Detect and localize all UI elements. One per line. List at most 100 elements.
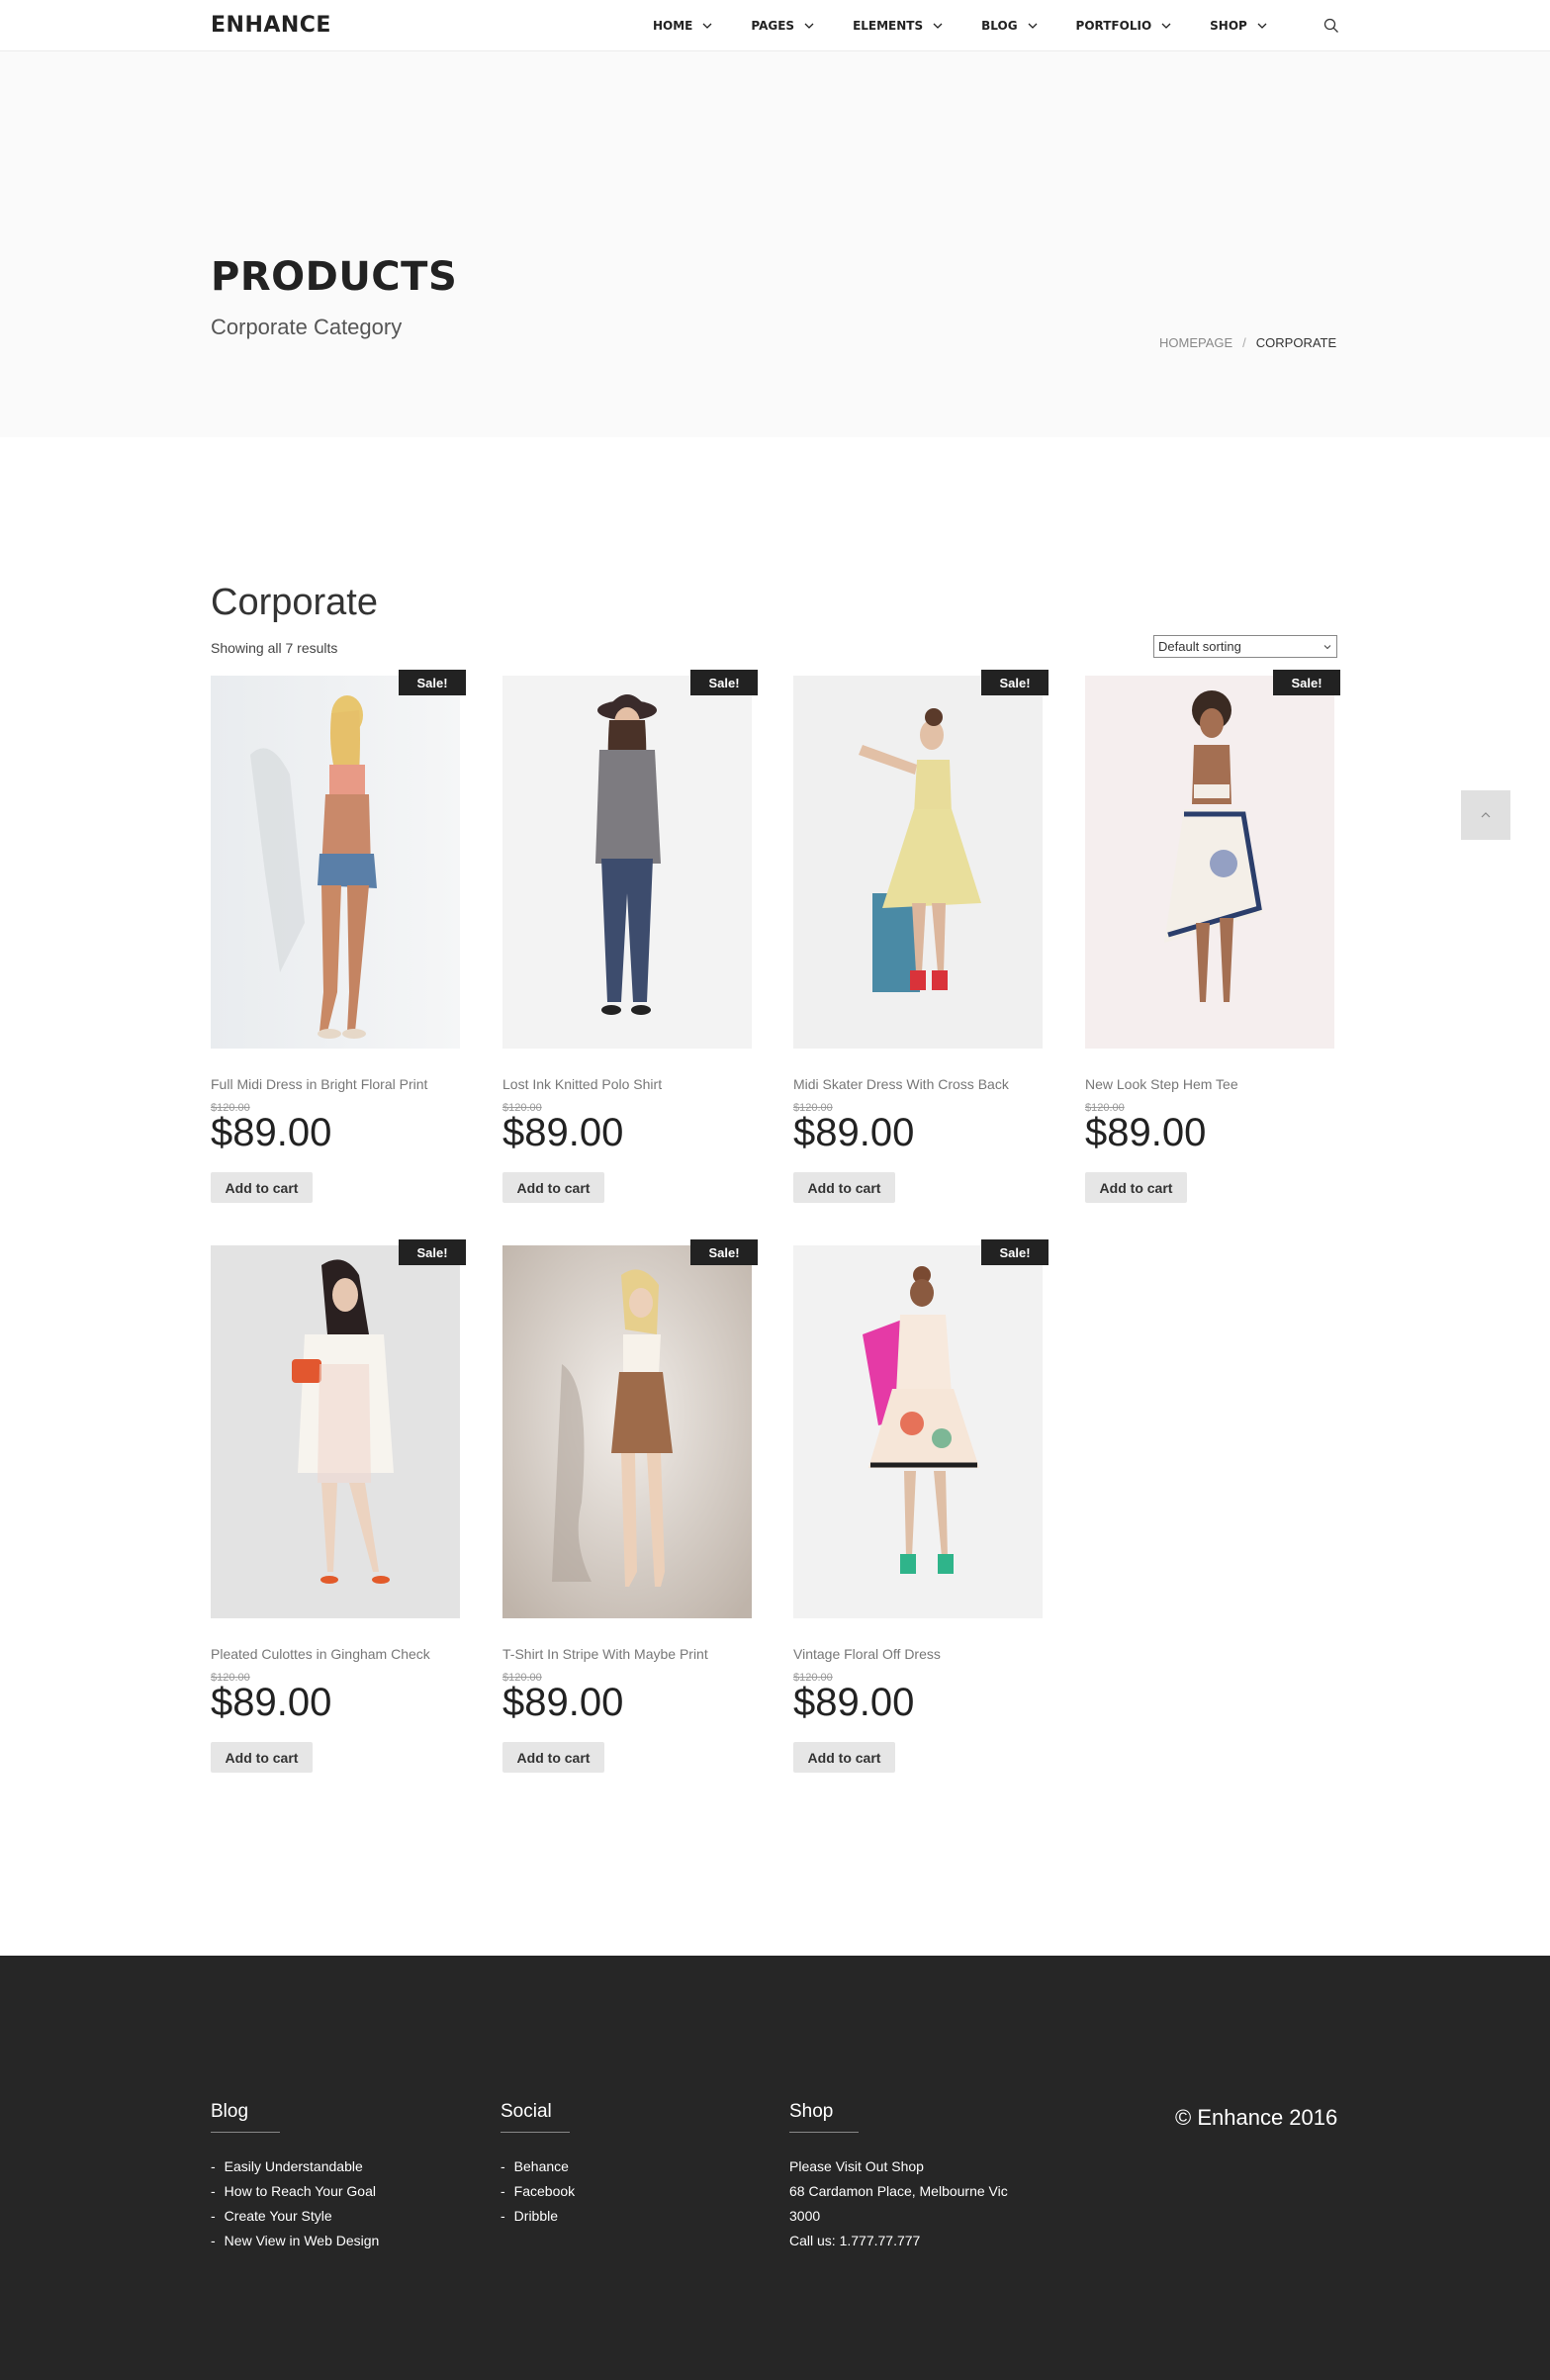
product-name[interactable]: Vintage Floral Off Dress [793, 1646, 941, 1662]
main-nav: HOME PAGES ELEMENTS BLOG PORTFOLIO SHOP [653, 0, 1306, 51]
chevron-down-icon [804, 23, 814, 29]
add-to-cart-button[interactable]: Add to cart [502, 1172, 604, 1203]
product-price: $89.00 [502, 1111, 624, 1154]
nav-blog[interactable]: BLOG [981, 19, 1039, 33]
dash: - [501, 2208, 505, 2224]
footer-blog-link[interactable]: - Easily Understandable [211, 2154, 379, 2179]
chevron-down-icon [1028, 23, 1038, 29]
sale-badge: Sale! [981, 1239, 1049, 1265]
product-image[interactable] [502, 1245, 752, 1618]
sale-badge: Sale! [690, 1239, 758, 1265]
chevron-up-icon [1481, 812, 1491, 818]
product-image[interactable] [211, 1245, 460, 1618]
nav-label: BLOG [981, 19, 1018, 33]
footer-shop-line: Call us: 1.777.77.777 [789, 2233, 921, 2248]
add-to-cart-button[interactable]: Add to cart [502, 1742, 604, 1773]
footer-shop-title: Shop [789, 2101, 860, 2133]
dash: - [211, 2208, 216, 2224]
product-image[interactable] [793, 676, 1043, 1049]
footer-blog-link[interactable]: - How to Reach Your Goal [211, 2179, 379, 2204]
chevron-down-icon [1161, 23, 1171, 29]
footer-social: Social - Behance - Facebook - Dribble [501, 2101, 575, 2229]
footer-shop: Shop Please Visit Out Shop 68 Cardamon P… [789, 2101, 1027, 2253]
product-name[interactable]: T-Shirt In Stripe With Maybe Print [502, 1646, 708, 1662]
nav-label: SHOP [1210, 19, 1247, 33]
sale-badge: Sale! [981, 670, 1049, 695]
product-name[interactable]: New Look Step Hem Tee [1085, 1076, 1238, 1092]
footer-shop-line: 68 Cardamon Place, Melbourne Vic [789, 2183, 1008, 2199]
shop-title: Corporate [211, 582, 378, 623]
sale-badge: Sale! [690, 670, 758, 695]
dash: - [211, 2233, 216, 2248]
chevron-down-icon [933, 23, 943, 29]
nav-shop[interactable]: SHOP [1210, 19, 1269, 33]
scroll-to-top-button[interactable] [1461, 790, 1510, 840]
add-to-cart-button[interactable]: Add to cart [211, 1742, 313, 1773]
breadcrumb-separator: / [1242, 335, 1246, 350]
page-hero: PRODUCTS Corporate Category HOMEPAGE / C… [0, 51, 1550, 437]
nav-portfolio[interactable]: PORTFOLIO [1076, 19, 1174, 33]
nav-label: PORTFOLIO [1075, 19, 1152, 33]
breadcrumb: HOMEPAGE / CORPORATE [1159, 335, 1336, 350]
add-to-cart-button[interactable]: Add to cart [793, 1172, 895, 1203]
add-to-cart-button[interactable]: Add to cart [1085, 1172, 1187, 1203]
product-name[interactable]: Pleated Culottes in Gingham Check [211, 1646, 430, 1662]
nav-pages[interactable]: PAGES [751, 19, 816, 33]
product-image[interactable] [502, 676, 752, 1049]
footer-social-link[interactable]: - Dribble [501, 2204, 575, 2229]
add-to-cart-button[interactable]: Add to cart [211, 1172, 313, 1203]
add-to-cart-button[interactable]: Add to cart [793, 1742, 895, 1773]
sale-badge: Sale! [399, 1239, 466, 1265]
link-label: Facebook [513, 2183, 576, 2199]
link-label: New View in Web Design [224, 2233, 380, 2248]
nav-home[interactable]: HOME [653, 19, 714, 33]
sale-badge: Sale! [1273, 670, 1340, 695]
product-name[interactable]: Midi Skater Dress With Cross Back [793, 1076, 1009, 1092]
page-title: PRODUCTS [211, 254, 458, 300]
copyright: © Enhance 2016 [1175, 2105, 1338, 2130]
product-price: $89.00 [502, 1681, 624, 1724]
sorting-select[interactable]: Default sorting [1153, 635, 1337, 658]
chevron-down-icon [1323, 644, 1331, 649]
nav-label: HOME [653, 19, 693, 33]
link-label: Create Your Style [224, 2208, 332, 2224]
link-label: Behance [513, 2158, 569, 2174]
link-label: How to Reach Your Goal [224, 2183, 376, 2199]
breadcrumb-home[interactable]: HOMEPAGE [1159, 335, 1232, 350]
dash: - [501, 2158, 505, 2174]
breadcrumb-current: CORPORATE [1255, 335, 1337, 350]
product-price: $89.00 [793, 1681, 915, 1724]
nav-label: ELEMENTS [853, 19, 924, 33]
footer-shop-line: Please Visit Out Shop [789, 2158, 924, 2174]
product-image[interactable] [793, 1245, 1043, 1618]
footer-blog-link[interactable]: - Create Your Style [211, 2204, 379, 2229]
link-label: Easily Understandable [224, 2158, 363, 2174]
sorting-value: Default sorting [1158, 639, 1241, 654]
site-header: ENHANCE HOME PAGES ELEMENTS BLOG PORTFOL… [0, 0, 1550, 51]
product-price: $89.00 [211, 1111, 332, 1154]
footer-blog-link[interactable]: - New View in Web Design [211, 2229, 379, 2253]
product-price: $89.00 [793, 1111, 915, 1154]
product-image[interactable] [1085, 676, 1334, 1049]
site-footer: Blog - Easily Understandable - How to Reac… [0, 1956, 1550, 2380]
page-subtitle: Corporate Category [211, 315, 403, 339]
site-logo[interactable]: ENHANCE [211, 13, 331, 38]
search-icon[interactable] [1322, 17, 1340, 35]
footer-social-link[interactable]: - Facebook [501, 2179, 575, 2204]
link-label: Dribble [513, 2208, 559, 2224]
footer-social-link[interactable]: - Behance [501, 2154, 575, 2179]
product-image[interactable] [211, 676, 460, 1049]
nav-label: PAGES [751, 19, 795, 33]
product-name[interactable]: Full Midi Dress in Bright Floral Print [211, 1076, 427, 1092]
sale-badge: Sale! [399, 670, 466, 695]
product-price: $89.00 [211, 1681, 332, 1724]
product-name[interactable]: Lost Ink Knitted Polo Shirt [502, 1076, 662, 1092]
chevron-down-icon [702, 23, 712, 29]
footer-blog: Blog - Easily Understandable - How to Reac… [211, 2101, 379, 2253]
dash: - [501, 2183, 505, 2199]
footer-shop-line: 3000 [789, 2208, 821, 2224]
nav-elements[interactable]: ELEMENTS [853, 19, 945, 33]
result-count: Showing all 7 results [211, 640, 338, 656]
footer-social-title: Social [501, 2101, 570, 2133]
product-price: $89.00 [1085, 1111, 1207, 1154]
